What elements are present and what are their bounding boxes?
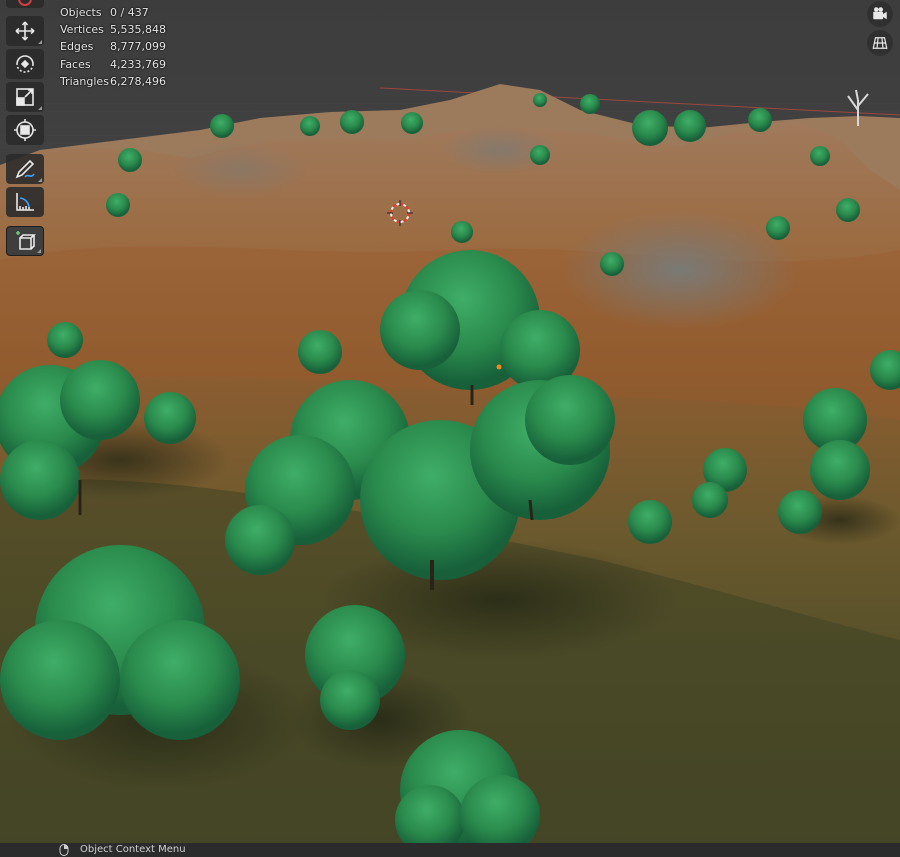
- stat-value: 4,233,769: [110, 57, 166, 71]
- camera-icon: [873, 7, 887, 20]
- add-cube-icon: [16, 231, 36, 250]
- annotate-icon: [15, 159, 35, 179]
- stat-label: Vertices: [60, 23, 104, 37]
- scale-icon: [16, 88, 34, 106]
- stat-value: 8,777,099: [110, 40, 166, 54]
- stat-vertices: Vertices 5,535,848: [60, 21, 166, 38]
- stat-triangles: Triangles 6,278,496: [60, 73, 166, 90]
- stat-objects: Objects 0 / 437: [60, 4, 166, 21]
- camera-view-button[interactable]: [867, 1, 893, 27]
- grid-view-icon: [872, 37, 888, 49]
- stat-label: Objects: [60, 6, 102, 19]
- scene-statistics: Objects 0 / 437 Vertices 5,535,848 Edges…: [60, 4, 166, 90]
- terrain-scene: [0, 84, 900, 843]
- stat-faces: Faces 4,233,769: [60, 56, 166, 73]
- cursor-icon: [18, 0, 32, 6]
- stat-value: 0 / 437: [110, 6, 149, 19]
- mouse-right-icon: [59, 844, 69, 856]
- stat-label: Edges: [60, 40, 94, 54]
- stat-value: 6,278,496: [110, 74, 166, 88]
- scale-tool-button[interactable]: [6, 82, 44, 112]
- add-cube-tool-button[interactable]: [6, 226, 44, 256]
- transform-icon: [14, 119, 36, 141]
- stat-label: Triangles: [60, 74, 109, 88]
- measure-icon: [16, 193, 34, 211]
- move-icon: [15, 21, 35, 41]
- stat-edges: Edges 8,777,099: [60, 38, 166, 55]
- move-tool-button[interactable]: [6, 16, 44, 46]
- toggle-perspective-button[interactable]: [867, 30, 893, 56]
- status-hint: Object Context Menu: [80, 844, 186, 855]
- annotate-tool-button[interactable]: [6, 154, 44, 184]
- rotate-icon: [16, 55, 34, 73]
- measure-tool-button[interactable]: [6, 187, 44, 217]
- stat-label: Faces: [60, 57, 91, 71]
- cursor-tool-button[interactable]: [6, 0, 44, 8]
- stat-value: 5,535,848: [110, 23, 166, 37]
- transform-tool-button[interactable]: [6, 115, 44, 145]
- rotate-tool-button[interactable]: [6, 49, 44, 79]
- 3d-viewport[interactable]: Objects 0 / 437 Vertices 5,535,848 Edges…: [0, 0, 900, 843]
- status-bar: Object Context Menu: [0, 843, 900, 857]
